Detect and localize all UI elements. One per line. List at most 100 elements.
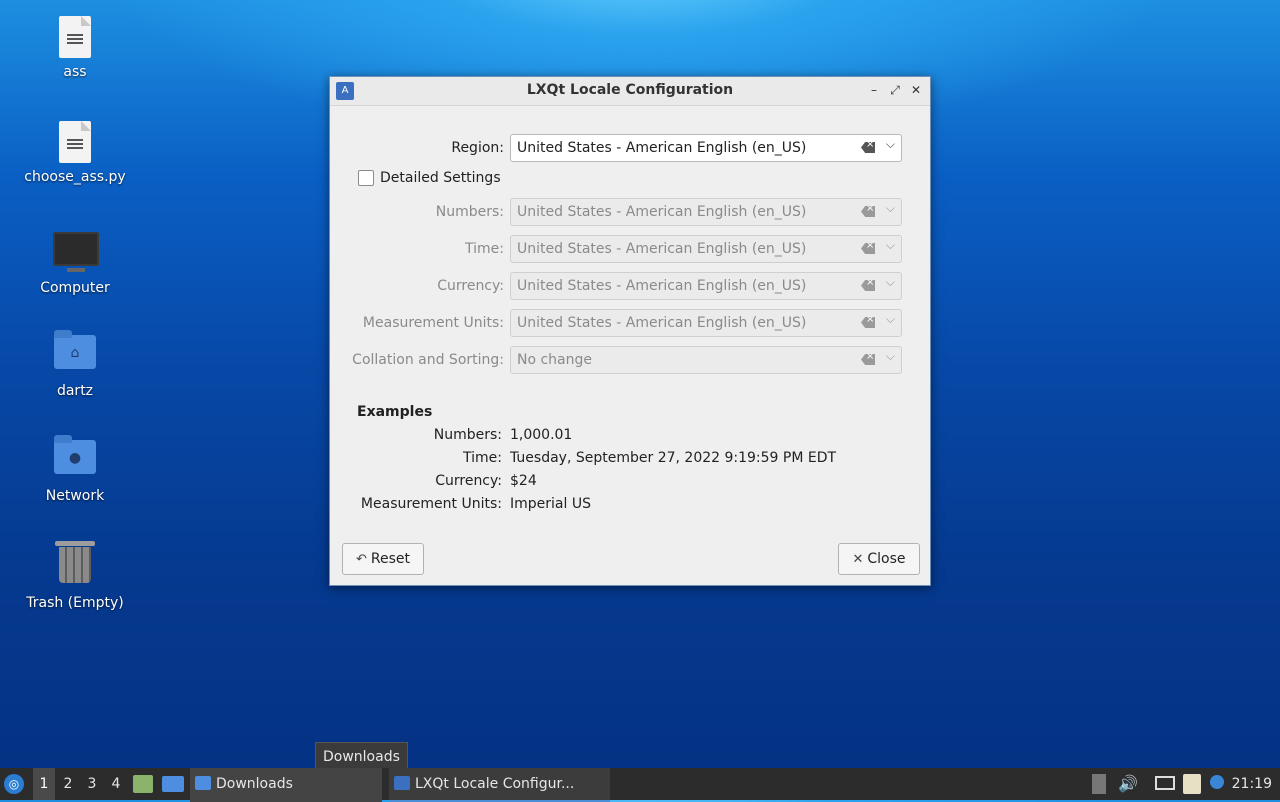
numbers-label: Numbers:	[435, 204, 504, 220]
desktop-icon-label: Trash (Empty)	[26, 595, 124, 611]
chevron-down-icon: ⌵	[885, 349, 895, 363]
task-label: Downloads	[216, 776, 293, 792]
dialog-title: LXQt Locale Configuration	[526, 82, 734, 98]
example-row: Numbers: 1,000.01	[330, 427, 930, 447]
desktop-icon-network[interactable]: ● Network	[10, 435, 140, 504]
volume-icon[interactable]: 🔊	[1118, 774, 1138, 794]
network-icon[interactable]	[1155, 776, 1175, 790]
checkbox-box[interactable]	[358, 170, 374, 186]
measurement-label: Measurement Units:	[362, 315, 504, 331]
minimize-icon[interactable]: –	[866, 82, 882, 98]
desktop-switch-2[interactable]: 2	[57, 768, 79, 800]
desktop-icon-choose-ass[interactable]: choose_ass.py	[10, 121, 140, 185]
example-label: Time:	[463, 450, 502, 466]
example-label: Numbers:	[433, 427, 502, 443]
currency-value: United States - American English (en_US)	[517, 278, 807, 294]
close-button-label: Close	[867, 551, 906, 567]
desktop-icon-label: dartz	[56, 383, 94, 399]
example-value: $24	[510, 473, 537, 489]
time-row: Time: United States - American English (…	[330, 235, 930, 263]
region-row: Region: United States - American English…	[330, 134, 930, 162]
measurement-combobox[interactable]: United States - American English (en_US)…	[510, 309, 902, 337]
desktop-icon-home[interactable]: ⌂ dartz	[10, 330, 140, 399]
clock[interactable]: 21:19	[1232, 768, 1272, 800]
home-folder-icon: ⌂	[53, 330, 97, 379]
numbers-row: Numbers: United States - American Englis…	[330, 198, 930, 226]
desktop-switch-1[interactable]: 1	[33, 768, 55, 800]
collation-combobox[interactable]: No change ⌵	[510, 346, 902, 374]
undo-icon: ↶	[355, 552, 367, 567]
region-combobox[interactable]: United States - American English (en_US)…	[510, 134, 902, 162]
example-label: Currency:	[435, 473, 502, 489]
chevron-down-icon[interactable]: ⌵	[886, 137, 895, 152]
example-row: Currency: $24	[330, 473, 930, 493]
numbers-combobox[interactable]: United States - American English (en_US)…	[510, 198, 902, 226]
task-label: LXQt Locale Configur...	[415, 776, 575, 792]
collation-row: Collation and Sorting: No change ⌵	[330, 346, 930, 374]
text-file-icon	[53, 16, 97, 60]
close-icon[interactable]: ✕	[908, 82, 924, 98]
clear-icon	[861, 280, 875, 291]
region-label: Region:	[451, 140, 504, 156]
desktop-icon-ass[interactable]: ass	[10, 16, 140, 80]
region-value: United States - American English (en_US)	[517, 140, 807, 156]
tray-expand-icon[interactable]	[1092, 774, 1106, 794]
reset-button-label: Reset	[370, 551, 410, 567]
clear-icon	[861, 206, 875, 217]
close-button[interactable]: ✕ Close	[838, 543, 920, 575]
measurement-value: United States - American English (en_US)	[517, 315, 807, 331]
close-icon: ✕	[852, 552, 864, 567]
currency-row: Currency: United States - American Engli…	[330, 272, 930, 300]
desktop-icon-trash[interactable]: Trash (Empty)	[10, 541, 140, 611]
folder-icon	[195, 776, 211, 790]
desktop-icon-label: Network	[45, 488, 105, 504]
time-label: Time:	[465, 241, 504, 257]
file-manager-launcher-icon[interactable]	[133, 775, 153, 793]
time-value: United States - American English (en_US)	[517, 241, 807, 257]
lxqt-logo-icon: ◎	[4, 774, 24, 794]
chevron-down-icon: ⌵	[885, 201, 895, 215]
network-folder-icon: ●	[53, 435, 97, 484]
collation-value: No change	[517, 352, 593, 368]
clear-icon	[861, 317, 875, 328]
chevron-down-icon: ⌵	[885, 275, 895, 289]
desktop-icon-label: choose_ass.py	[24, 169, 126, 185]
desktop-icon-label: ass	[63, 64, 87, 80]
example-value: 1,000.01	[510, 427, 573, 443]
clear-icon	[861, 243, 875, 254]
task-downloads[interactable]: Downloads	[190, 768, 382, 802]
clipboard-icon[interactable]	[1183, 774, 1201, 794]
show-desktop-icon[interactable]	[162, 776, 184, 792]
taskbar: ◎ 1 2 3 4 Downloads LXQt Locale Configur…	[0, 768, 1280, 802]
maximize-icon[interactable]: ⤢	[887, 82, 903, 98]
time-combobox[interactable]: United States - American English (en_US)…	[510, 235, 902, 263]
example-row: Measurement Units: Imperial US	[330, 496, 930, 516]
notification-icon[interactable]	[1210, 775, 1224, 789]
trash-icon	[53, 541, 97, 591]
currency-label: Currency:	[437, 278, 504, 294]
text-file-icon	[53, 121, 97, 165]
example-row: Time: Tuesday, September 27, 2022 9:19:5…	[330, 450, 930, 470]
currency-combobox[interactable]: United States - American English (en_US)…	[510, 272, 902, 300]
dialog-titlebar[interactable]: A LXQt Locale Configuration – ⤢ ✕	[330, 77, 930, 106]
example-value: Imperial US	[510, 496, 591, 512]
detailed-settings-label: Detailed Settings	[380, 170, 501, 186]
clear-icon[interactable]	[861, 142, 875, 153]
measurement-row: Measurement Units: United States - Ameri…	[330, 309, 930, 337]
detailed-settings-checkbox[interactable]: Detailed Settings	[358, 170, 501, 186]
desktop-icon-computer[interactable]: Computer	[10, 226, 140, 296]
desktop-icon-label: Computer	[40, 280, 110, 296]
task-locale-config[interactable]: LXQt Locale Configur...	[389, 768, 610, 802]
examples-heading: Examples	[357, 404, 433, 420]
start-menu-button[interactable]: ◎	[4, 768, 28, 800]
chevron-down-icon: ⌵	[885, 312, 895, 326]
locale-config-dialog: A LXQt Locale Configuration – ⤢ ✕ Region…	[329, 76, 931, 586]
clear-icon	[861, 354, 875, 365]
numbers-value: United States - American English (en_US)	[517, 204, 807, 220]
desktop-switch-3[interactable]: 3	[81, 768, 103, 800]
desktop-switch-4[interactable]: 4	[105, 768, 127, 800]
chevron-down-icon: ⌵	[885, 238, 895, 252]
computer-icon	[53, 232, 99, 276]
locale-app-icon	[394, 776, 410, 790]
reset-button[interactable]: ↶ Reset	[342, 543, 424, 575]
